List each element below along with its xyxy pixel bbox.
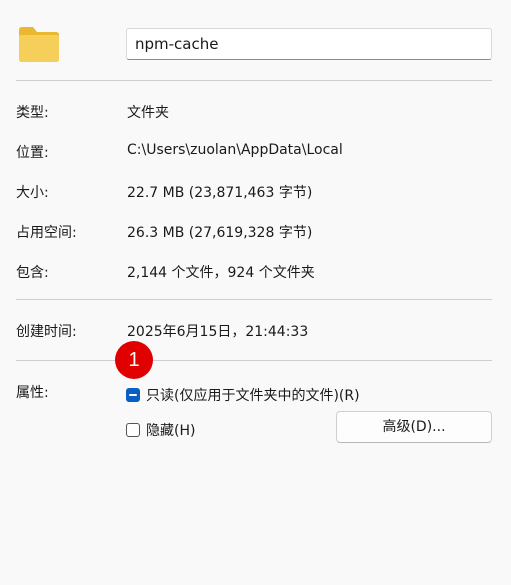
- type-value: 文件夹: [127, 105, 169, 121]
- folder-icon: [19, 27, 59, 62]
- advanced-button[interactable]: 高级(D)...: [336, 411, 492, 443]
- readonly-checkbox[interactable]: [126, 388, 140, 402]
- size-value: 22.7 MB (23,871,463 字节): [127, 185, 313, 201]
- folder-name-input[interactable]: [126, 28, 492, 60]
- contains-value: 2,144 个文件，924 个文件夹: [127, 265, 315, 281]
- size-label: 大小:: [16, 185, 49, 201]
- created-label: 创建时间:: [16, 324, 77, 340]
- contains-label: 包含:: [16, 265, 49, 281]
- hidden-checkbox-label: 隐藏(H): [146, 423, 196, 439]
- hidden-checkbox-row[interactable]: 隐藏(H): [126, 420, 195, 440]
- readonly-checkbox-row[interactable]: 只读(仅应用于文件夹中的文件)(R): [126, 385, 360, 405]
- location-label: 位置:: [16, 145, 49, 161]
- created-value: 2025年6月15日，21:44:33: [127, 324, 309, 340]
- annotation-badge: 1: [115, 341, 153, 379]
- readonly-checkbox-label: 只读(仅应用于文件夹中的文件)(R): [146, 388, 360, 404]
- hidden-checkbox[interactable]: [126, 423, 140, 437]
- location-value: C:\Users\zuolan\AppData\Local: [127, 142, 343, 158]
- divider: [16, 299, 492, 300]
- divider: [16, 80, 492, 81]
- disk-size-label: 占用空间:: [16, 225, 77, 241]
- attributes-label: 属性:: [16, 385, 49, 401]
- type-label: 类型:: [16, 105, 49, 121]
- divider: [16, 360, 492, 361]
- disk-size-value: 26.3 MB (27,619,328 字节): [127, 225, 313, 241]
